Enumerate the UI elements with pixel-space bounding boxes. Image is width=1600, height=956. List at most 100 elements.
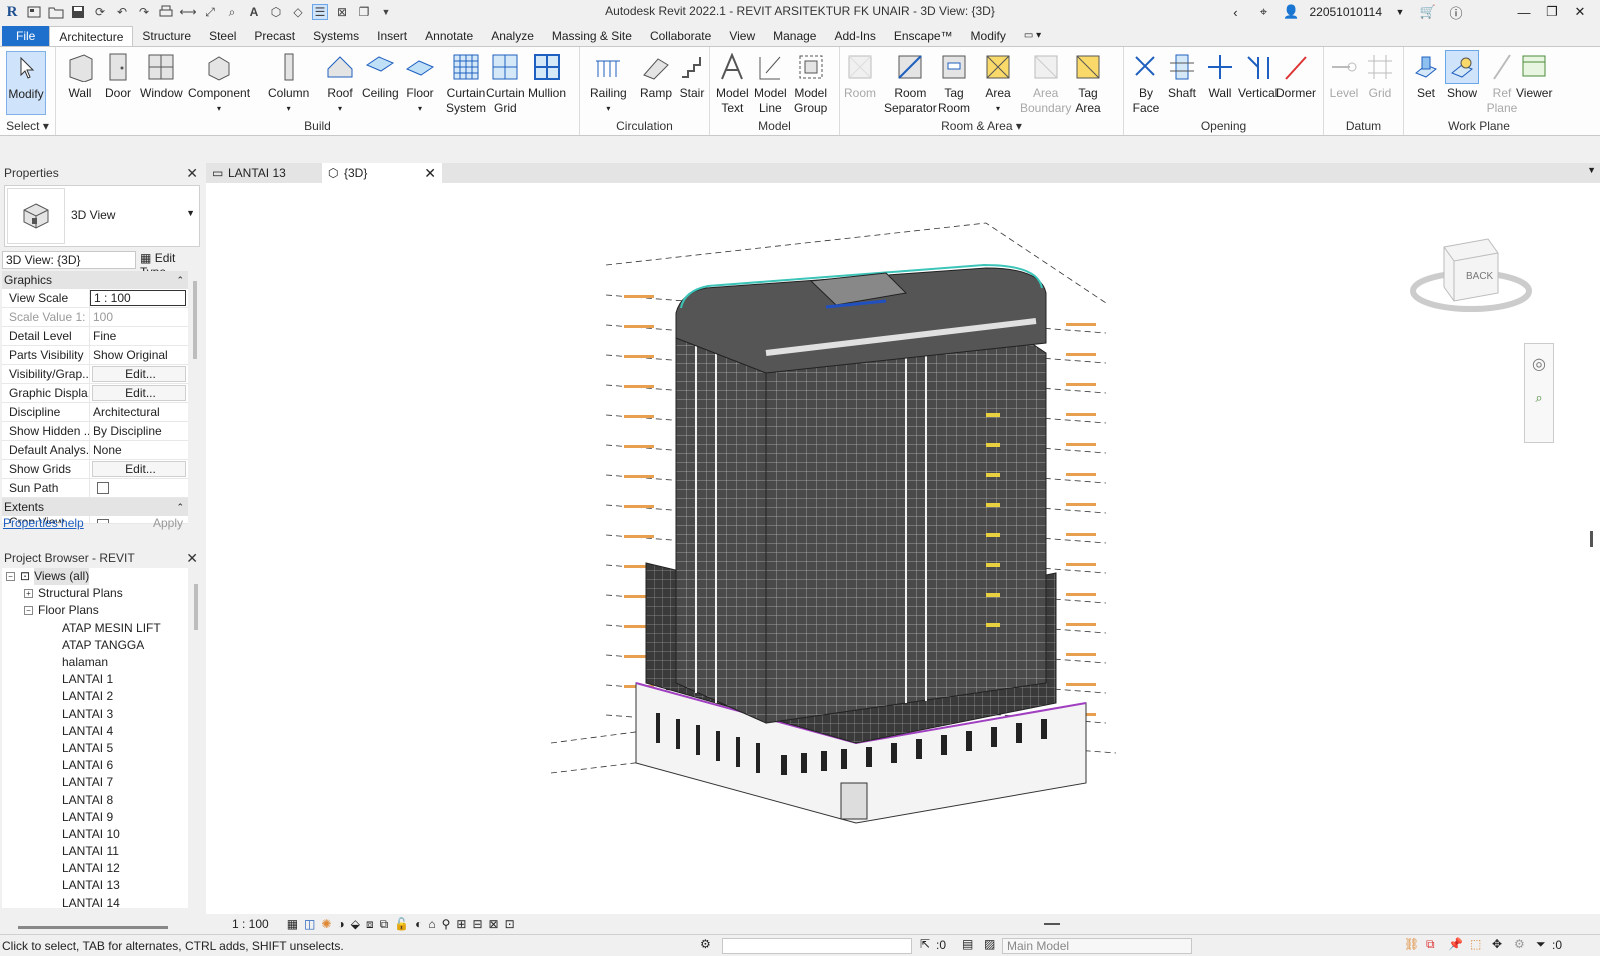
exclude-options-icon[interactable]: ▨ [984,937,995,951]
user-name[interactable]: 22051010114 [1309,5,1382,19]
tab-collaborate[interactable]: Collaborate [641,26,720,46]
tab-insert[interactable]: Insert [368,26,416,46]
close-icon[interactable]: ✕ [1570,4,1590,20]
list-item[interactable]: ATAP MESIN LIFT [2,620,188,637]
ref-plane-button[interactable]: Ref Plane [1486,51,1518,116]
customize-qat-icon[interactable]: ▼ [378,4,394,20]
tab-massing-site[interactable]: Massing & Site [543,26,641,46]
browser-horizontal-scrollbar[interactable] [18,926,168,929]
sun-path-icon[interactable]: ✺ [321,917,331,931]
select-underlay-icon[interactable]: ⧉ [1426,937,1435,952]
restore-icon[interactable]: ❐ [1542,4,1562,20]
user-icon[interactable]: 👤 [1281,4,1301,20]
horizontal-scroll-indicator[interactable] [1044,923,1060,925]
tag-area-button[interactable]: Tag Area [1072,51,1104,116]
stair-button[interactable]: Stair [676,51,708,101]
design-options-icon[interactable]: ▤ [962,937,973,951]
tree-node-structural-plans[interactable]: + Structural Plans [2,585,188,602]
reveal-hidden-icon[interactable]: ⌂ [428,917,435,931]
save-icon[interactable] [70,4,86,20]
background-process-icon[interactable]: ⚙ [1514,937,1525,951]
open-folder-icon[interactable] [48,4,64,20]
tab-3d[interactable]: ⬡ {3D} ✕ [322,163,442,183]
design-option-dropdown[interactable]: Main Model [1002,938,1192,954]
wall-button[interactable]: Wall [64,51,96,101]
list-item[interactable]: LANTAI 11 [2,843,188,860]
tag-room-button[interactable]: Tag Room [938,51,970,116]
tag-icon[interactable]: ⌕ [224,4,240,20]
editable-only-icon[interactable]: ⇱ [920,937,930,951]
panel-label-select[interactable]: Select ▾ [0,119,55,133]
canvas-scroll-indicator[interactable] [1590,531,1593,547]
tree-node-views[interactable]: − ⊡ Views (all) [2,568,188,586]
undo-icon[interactable]: ↶ [114,4,130,20]
reveal-constraints-icon[interactable]: ⊡ [505,917,515,931]
prop-row[interactable]: Detail Level Fine [2,327,188,346]
analytical-icon[interactable]: ⊟ [472,917,482,931]
show-crop-icon[interactable]: ⧉ [380,917,389,932]
tab-add-ins[interactable]: Add-Ins [825,26,884,46]
constraints-icon[interactable]: ⊞ [456,917,466,931]
crop-view-checkbox[interactable] [97,519,109,523]
level-button[interactable]: Level [1328,51,1360,101]
chevron-down-icon[interactable]: ▼ [1390,7,1410,17]
tree-node-floor-plans[interactable]: − Floor Plans [2,602,188,619]
steering-wheel-icon[interactable]: ◎ [1525,354,1553,374]
roof-button[interactable]: Roof ▾ [324,51,356,116]
grid-button[interactable]: Grid [1364,51,1396,101]
list-item[interactable]: LANTAI 12 [2,860,188,877]
thin-lines-icon[interactable]: ☰ [312,4,328,20]
door-button[interactable]: Door [102,51,134,101]
panel-toggle-icon[interactable]: ▭ ▾ [1015,26,1050,46]
list-item[interactable]: LANTAI 4 [2,723,188,740]
prop-row[interactable]: Discipline Architectural [2,403,188,422]
visibility-edit-button[interactable]: Edit... [92,366,186,382]
tab-lantai-13[interactable]: ▭ LANTAI 13 [206,163,322,183]
aligned-dimension-icon[interactable]: ⤢ [202,4,218,20]
prop-row[interactable]: Parts Visibility Show Original [2,346,188,365]
cart-icon[interactable]: 🛒 [1418,4,1438,20]
drag-on-select-icon[interactable]: ✥ [1492,937,1502,951]
ramp-button[interactable]: Ramp [640,51,672,101]
by-face-button[interactable]: By Face [1130,51,1162,116]
close-properties-icon[interactable]: ✕ [186,163,204,183]
list-item[interactable]: LANTAI 13 [2,877,188,894]
close-tab-icon[interactable]: ✕ [424,163,436,183]
column-button[interactable]: Column ▾ [268,51,309,116]
list-item[interactable]: LANTAI 5 [2,740,188,757]
model-group-button[interactable]: Model Group [794,51,827,116]
text-icon[interactable]: A [246,4,262,20]
dormer-button[interactable]: Dormer [1276,51,1316,101]
component-button[interactable]: Component ▾ [188,51,250,116]
curtain-grid-button[interactable]: Curtain Grid [486,51,525,116]
render-icon[interactable]: ⬙ [351,917,360,931]
tab-manage[interactable]: Manage [764,26,825,46]
mullion-button[interactable]: Mullion [528,51,566,101]
instance-filter-dropdown[interactable]: 3D View: {3D} [2,251,136,269]
filter-icon[interactable]: ⏷ [1536,937,1546,952]
select-by-face-icon[interactable]: ⬚ [1470,937,1481,951]
prop-row[interactable]: Show Hidden ... By Discipline [2,422,188,441]
view-scale[interactable]: 1 : 100 [232,917,269,931]
panel-label-room-area[interactable]: Room & Area ▾ [840,119,1123,133]
active-workset-dropdown[interactable] [722,938,912,954]
railing-button[interactable]: Railing ▾ [590,51,627,116]
room-button[interactable]: Room [844,51,876,101]
tab-steel[interactable]: Steel [200,26,245,46]
tab-file[interactable]: File [2,26,50,46]
room-separator-button[interactable]: Room Separator [884,51,937,116]
show-grids-edit-button[interactable]: Edit... [92,461,186,477]
list-item[interactable]: LANTAI 7 [2,774,188,791]
sun-path-checkbox[interactable] [97,482,109,494]
tab-structure[interactable]: Structure [133,26,200,46]
home-icon[interactable] [26,4,42,20]
crop-icon[interactable]: ⧈ [366,917,374,932]
tab-annotate[interactable]: Annotate [416,26,482,46]
collapse-icon[interactable]: − [6,572,15,582]
model-line-button[interactable]: Model Line [754,51,787,116]
area-button[interactable]: Area ▾ [982,51,1014,116]
properties-scrollbar[interactable] [193,281,197,359]
collapse-icon[interactable]: − [24,606,33,616]
section-icon[interactable]: ◇ [290,4,306,20]
area-boundary-button[interactable]: Area Boundary [1020,51,1071,116]
